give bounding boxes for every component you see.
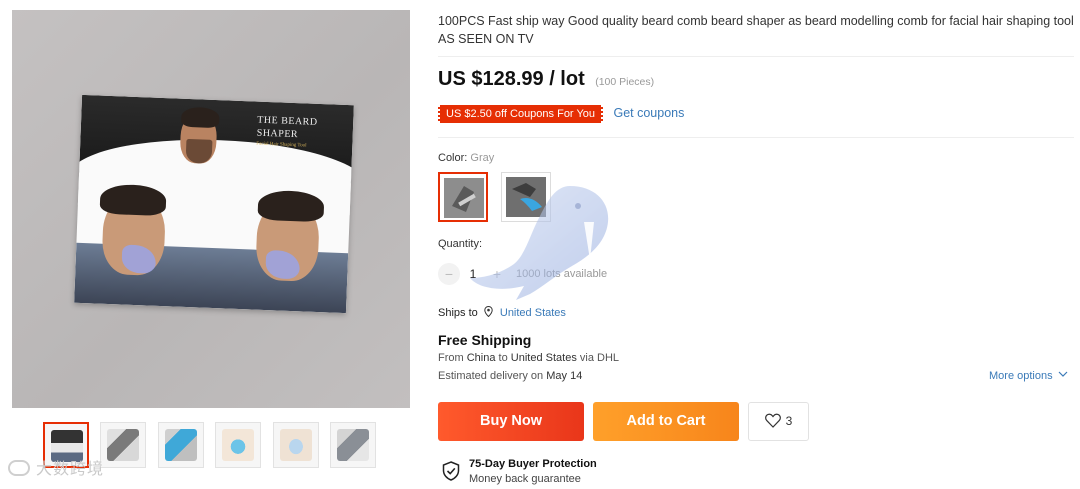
thumbnail-6[interactable] — [330, 422, 376, 468]
shipping-carrier: via DHL — [579, 352, 620, 364]
ships-to-country-selector[interactable]: United States — [500, 307, 566, 319]
more-options-text: More options — [989, 370, 1053, 382]
product-price: US $128.99 / lot — [438, 68, 585, 90]
thumbnail-4[interactable] — [215, 422, 261, 468]
heart-icon — [764, 413, 781, 428]
to-word: to — [498, 352, 508, 364]
ships-to-label: Ships to — [438, 307, 478, 319]
color-value: Gray — [470, 152, 495, 164]
shipping-route: From China to United States via DHL — [438, 352, 619, 364]
gray-comb-image — [444, 178, 484, 218]
protection-subtitle: Money back guarantee — [469, 473, 581, 485]
wishlist-count: 3 — [785, 414, 793, 428]
quantity-minus-button[interactable]: − — [438, 263, 460, 285]
watermark-text: 大数跨境 — [36, 459, 105, 478]
quantity-stepper: −1 +1000 lots available — [438, 263, 607, 285]
shield-check-icon — [442, 461, 460, 481]
protection-title: 75-Day Buyer Protection — [469, 458, 597, 470]
more-options-link[interactable]: More options — [989, 370, 1068, 382]
blue-comb-image — [506, 177, 546, 217]
coupon-badge[interactable]: US $2.50 off Coupons For You — [438, 105, 604, 123]
from-prefix: From — [438, 352, 464, 364]
product-packaging-card: THE BEARD SHAPER Facial Hair Shaping Too… — [74, 94, 354, 314]
color-label-text: Color: — [438, 152, 468, 164]
thumbnail-2[interactable] — [100, 422, 146, 468]
watermark: 大数跨境 — [8, 455, 104, 479]
to-country: United States — [510, 352, 577, 364]
estimated-date: May 14 — [546, 370, 583, 382]
estimated-delivery: Estimated delivery on May 14 — [438, 370, 582, 382]
divider — [438, 56, 1074, 57]
wishlist-button[interactable]: 3 — [748, 402, 809, 441]
pieces-count: (100 Pieces) — [595, 76, 655, 88]
add-to-cart-button[interactable]: Add to Cart — [593, 402, 739, 441]
ships-to-row: Ships to United States — [438, 306, 566, 319]
quantity-input[interactable]: 1 — [460, 267, 486, 281]
buy-now-button[interactable]: Buy Now — [438, 402, 584, 441]
card-title: THE BEARD SHAPER — [256, 114, 318, 141]
product-title: 100PCS Fast ship way Good quality beard … — [438, 14, 1074, 46]
free-shipping-label: Free Shipping — [438, 332, 532, 348]
color-swatch-gray[interactable] — [438, 172, 488, 222]
get-coupons-link[interactable]: Get coupons — [613, 106, 684, 120]
location-pin-icon — [484, 306, 493, 317]
thumbnail-3[interactable] — [158, 422, 204, 468]
thumbnail-5[interactable] — [273, 422, 319, 468]
price-row: US $128.99 / lot (100 Pieces) — [438, 68, 654, 91]
main-product-image[interactable]: THE BEARD SHAPER Facial Hair Shaping Too… — [12, 10, 410, 408]
quantity-plus-button[interactable]: + — [486, 263, 508, 285]
color-swatch-blue[interactable] — [501, 172, 551, 222]
quantity-available: 1000 lots available — [516, 268, 608, 280]
watermark-logo-icon — [8, 460, 30, 476]
divider — [438, 137, 1074, 138]
color-label: Color: Gray — [438, 152, 494, 164]
quantity-label: Quantity: — [438, 238, 483, 250]
chevron-down-icon — [1058, 371, 1068, 377]
estimated-prefix: Estimated delivery on — [438, 370, 544, 382]
coupon-row: US $2.50 off Coupons For You Get coupons — [438, 104, 684, 123]
from-country: China — [466, 352, 496, 364]
